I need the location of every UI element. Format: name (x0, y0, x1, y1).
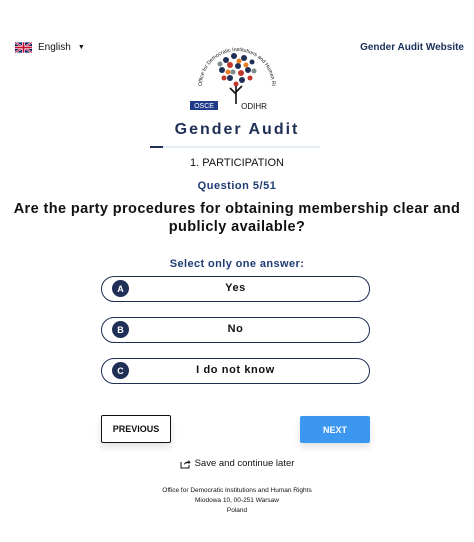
odihr-label: ODIHR (241, 102, 267, 111)
osce-label: OSCE (194, 103, 214, 110)
answer-label: Yes (225, 282, 246, 294)
title-divider (150, 146, 320, 148)
answer-label: I do not know (196, 364, 275, 376)
page-title: Gender Audit (174, 121, 300, 138)
chevron-down-icon: ▼ (77, 44, 85, 51)
footer-line-org: Office for Democratic Institutions and H… (162, 487, 312, 494)
language-selector[interactable]: English ▼ (15, 42, 85, 53)
answer-instruction: Select only one answer: (169, 258, 305, 270)
footer-line-country: Poland (226, 507, 248, 514)
answer-option-yes[interactable]: A Yes (101, 276, 370, 302)
question-number: Question 5/51 (197, 180, 277, 192)
gender-audit-website-link[interactable]: Gender Audit Website (360, 42, 464, 53)
save-label: Save and continue later (194, 458, 295, 469)
footer-line-street: Miodowa 10, 00-251 Warsaw (195, 497, 279, 504)
language-label: English (38, 42, 71, 53)
progress-indicator (150, 146, 163, 148)
question-text: Are the party procedures for obtaining m… (13, 201, 461, 235)
answer-option-dont-know[interactable]: C I do not know (101, 358, 370, 384)
save-and-continue-link[interactable]: Save and continue later (0, 458, 474, 469)
answer-option-no[interactable]: B No (101, 317, 370, 343)
previous-button[interactable]: PREVIOUS (101, 415, 171, 443)
share-export-icon (180, 459, 191, 468)
footer-address: Office for Democratic Institutions and H… (0, 486, 474, 516)
answer-label: No (227, 323, 244, 335)
uk-flag-icon (15, 42, 32, 53)
next-button[interactable]: NEXT (300, 416, 370, 443)
section-heading: 1. PARTICIPATION (190, 157, 284, 169)
tree-icon (217, 53, 257, 104)
odihr-logo: Office for Democratic Institutions and H… (186, 38, 276, 111)
